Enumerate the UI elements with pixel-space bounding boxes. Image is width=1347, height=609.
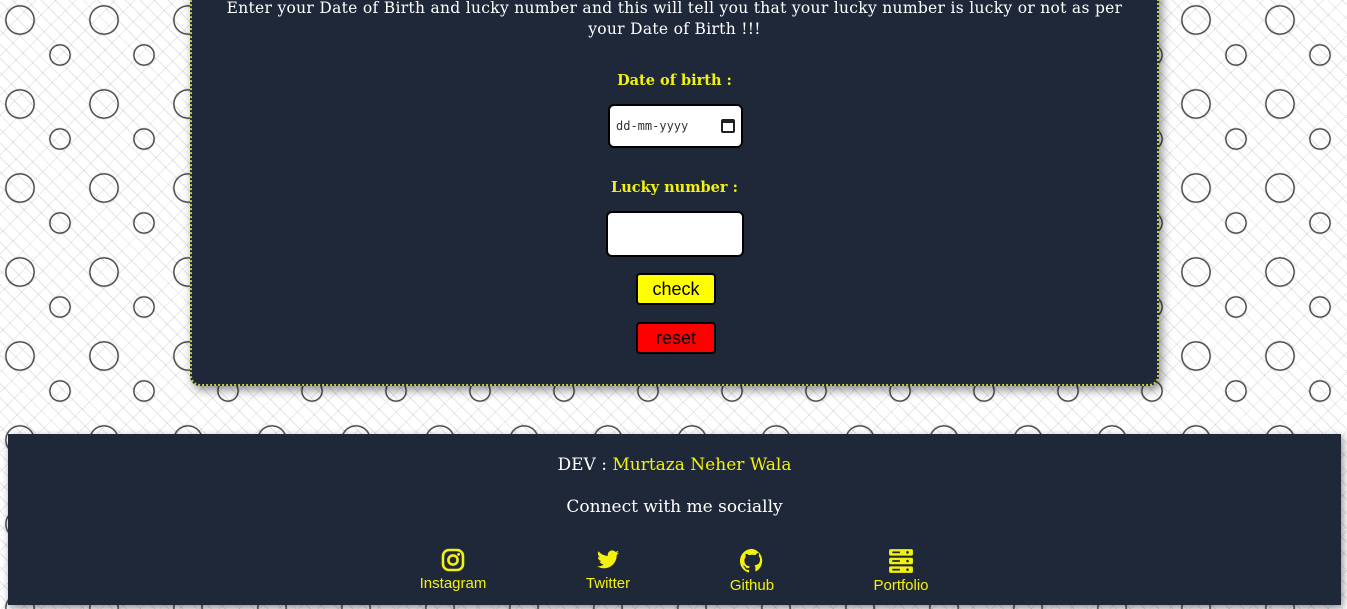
footer: DEV : Murtaza Neher Wala Connect with me… <box>8 434 1341 605</box>
github-link[interactable]: Github <box>692 548 812 594</box>
twitter-icon <box>597 550 619 569</box>
lucky-number-input[interactable] <box>606 211 744 257</box>
lucky-number-label: Lucky number : <box>611 179 738 196</box>
dob-date-input[interactable]: dd-mm-yyyy <box>608 104 743 148</box>
developer-credit: DEV : Murtaza Neher Wala <box>8 455 1341 475</box>
calendar-icon[interactable] <box>721 119 735 133</box>
twitter-link[interactable]: Twitter <box>548 548 668 592</box>
dob-label: Date of birth : <box>617 72 732 89</box>
portfolio-label: Portfolio <box>873 577 929 594</box>
instagram-link[interactable]: Instagram <box>393 548 513 592</box>
dob-placeholder: dd-mm-yyyy <box>616 119 689 133</box>
twitter-label: Twitter <box>585 575 631 592</box>
intro-text: Enter your Date of Birth and lucky numbe… <box>226 0 1123 38</box>
portfolio-link[interactable]: Portfolio <box>841 548 961 594</box>
server-icon <box>889 549 913 573</box>
reset-button[interactable]: reset <box>636 322 716 354</box>
dev-prefix: DEV : <box>557 455 607 475</box>
check-button[interactable]: check <box>636 273 716 305</box>
instagram-icon <box>441 548 465 572</box>
instagram-label: Instagram <box>419 575 487 592</box>
github-icon <box>739 548 763 573</box>
github-label: Github <box>729 577 775 594</box>
developer-name: Murtaza Neher Wala <box>612 455 792 475</box>
lucky-birthday-card: Enter your Date of Birth and lucky numbe… <box>190 0 1159 386</box>
connect-heading: Connect with me socially <box>566 497 783 517</box>
